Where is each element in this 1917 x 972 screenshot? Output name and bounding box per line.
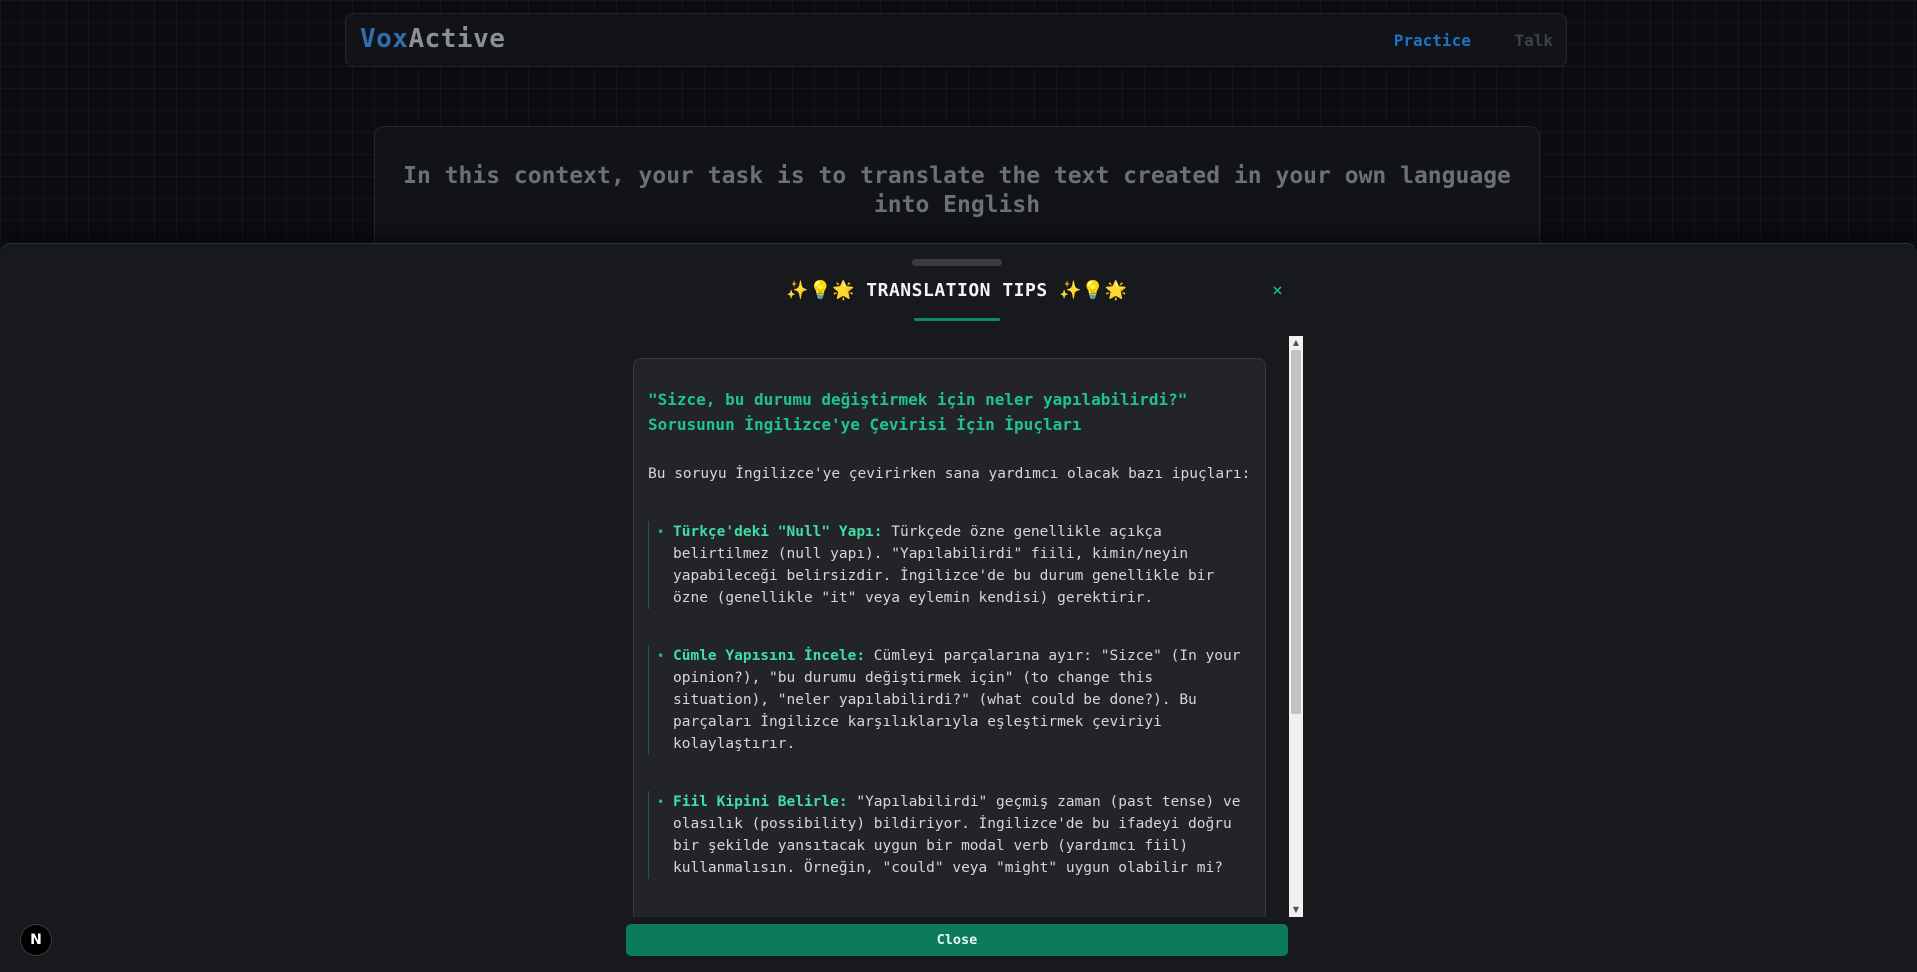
translation-tips-sheet: ✨💡🌟 TRANSLATION TIPS ✨💡🌟 × "Sizce, bu du… [0, 243, 1917, 972]
bullet-icon: • [657, 521, 664, 543]
tip-item: • Türkçe'deki "Null" Yapı: Türkçede özne… [648, 521, 1251, 609]
nav-links: Practice Talk [1360, 31, 1553, 50]
tip-label: Cümle Yapısını İncele: [673, 648, 865, 664]
title-underline [914, 318, 1000, 321]
tip-label: Türkçe'deki "Null" Yapı: [673, 524, 883, 540]
context-instruction: In this context, your task is to transla… [389, 162, 1525, 220]
bullet-icon: • [657, 791, 664, 813]
nav-talk-link[interactable]: Talk [1514, 31, 1553, 50]
scrollbar-thumb[interactable] [1291, 350, 1301, 714]
tip-item: • Fiil Kipini Belirle: "Yapılabilirdi" g… [648, 791, 1251, 879]
nextjs-icon[interactable]: N [20, 924, 52, 956]
scroll-up-icon[interactable]: ▲ [1289, 336, 1303, 350]
close-button[interactable]: Close [626, 924, 1288, 956]
close-icon[interactable]: × [1272, 280, 1283, 301]
nav-practice-link[interactable]: Practice [1394, 31, 1471, 50]
tips-scroll-area[interactable]: "Sizce, bu durumu değiştirmek için neler… [620, 336, 1303, 917]
scroll-down-icon[interactable]: ▼ [1289, 903, 1303, 917]
tips-heading: "Sizce, bu durumu değiştirmek için neler… [648, 387, 1251, 437]
modal-title: ✨💡🌟 TRANSLATION TIPS ✨💡🌟 [700, 280, 1214, 301]
logo-vox: Vox [360, 24, 408, 54]
drag-handle[interactable] [912, 259, 1002, 266]
scrollbar[interactable]: ▲ ▼ [1289, 336, 1303, 917]
top-navbar: VoxActive Practice Talk [345, 13, 1567, 67]
tip-item: • Cümle Yapısını İncele: Cümleyi parçala… [648, 645, 1251, 755]
logo-active: Active [408, 24, 505, 54]
logo[interactable]: VoxActive [360, 24, 505, 54]
tips-card: "Sizce, bu durumu değiştirmek için neler… [633, 358, 1266, 917]
bullet-icon: • [657, 645, 664, 667]
tips-intro: Bu soruyu İngilizce'ye çevirirken sana y… [648, 463, 1251, 485]
tip-label: Fiil Kipini Belirle: [673, 794, 848, 810]
